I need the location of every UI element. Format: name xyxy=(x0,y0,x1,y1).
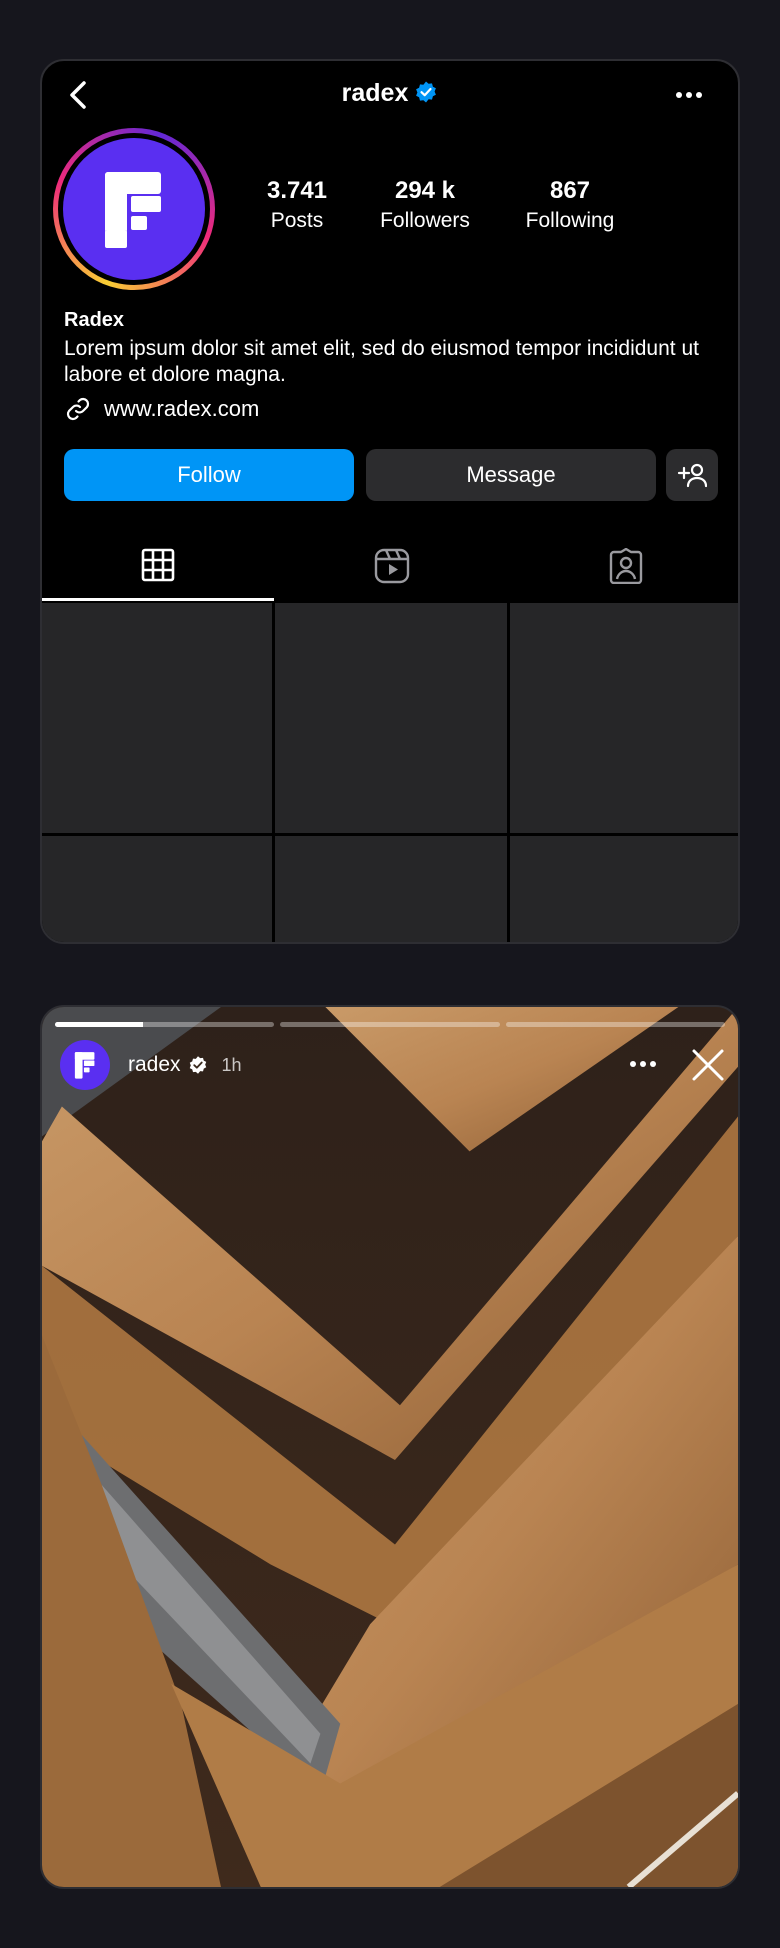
link-icon xyxy=(66,397,90,421)
message-button[interactable]: Message xyxy=(366,449,656,501)
website-url: www.radex.com xyxy=(104,396,260,421)
stat-followers-label: Followers xyxy=(380,209,470,232)
stat-following-label: Following xyxy=(525,209,615,232)
stat-posts[interactable]: 3.741 Posts xyxy=(227,177,367,233)
bio-text: Lorem ipsum dolor sit amet elit, sed do … xyxy=(64,337,699,386)
more-icon[interactable] xyxy=(628,1057,658,1071)
story-progress xyxy=(55,1022,725,1027)
stat-followers[interactable]: 294 k Followers xyxy=(355,177,495,233)
verified-badge-icon xyxy=(416,81,437,103)
verified-badge-icon xyxy=(189,1056,206,1074)
follow-button[interactable]: Follow xyxy=(64,449,354,501)
grid-post[interactable] xyxy=(510,836,738,942)
story-avatar[interactable] xyxy=(60,1040,110,1090)
stat-following-value: 867 xyxy=(549,177,591,204)
add-user-icon xyxy=(677,463,707,488)
stat-followers-value: 294 k xyxy=(394,177,456,204)
profile-username: radex xyxy=(341,79,409,107)
grid-post[interactable] xyxy=(42,836,272,942)
profile-title: radex xyxy=(42,79,738,108)
add-friend-button[interactable] xyxy=(666,449,718,501)
story-progress-segment xyxy=(280,1022,500,1027)
story-progress-fill xyxy=(55,1022,143,1027)
follow-button-label: Follow xyxy=(177,462,241,487)
tagged-icon xyxy=(609,548,643,584)
radex-logo-icon xyxy=(74,1052,95,1079)
more-options-icon[interactable] xyxy=(674,85,704,105)
story-viewer[interactable]: radex 1h xyxy=(40,1005,740,1889)
tab-reels[interactable] xyxy=(276,531,508,601)
grid-post[interactable] xyxy=(42,603,272,833)
profile-card: radex 3.741 Posts 294 k Followers 867 Fo… xyxy=(40,59,740,944)
story-progress-segment xyxy=(55,1022,275,1027)
display-name: Radex xyxy=(64,309,125,331)
story-header: radex 1h xyxy=(60,1039,242,1091)
stat-posts-value: 3.741 xyxy=(266,177,328,204)
reels-icon xyxy=(374,548,410,584)
profile-header: radex xyxy=(42,61,738,131)
close-icon[interactable] xyxy=(690,1047,726,1083)
story-progress-segment xyxy=(505,1022,725,1027)
message-button-label: Message xyxy=(466,462,556,487)
profile-tabs xyxy=(42,531,738,601)
tab-posts-grid[interactable] xyxy=(42,531,274,601)
grid-post[interactable] xyxy=(510,603,738,833)
tab-tagged[interactable] xyxy=(510,531,738,601)
radex-logo-icon xyxy=(105,172,161,248)
grid-post[interactable] xyxy=(275,603,507,833)
grid-post[interactable] xyxy=(275,836,507,942)
stat-posts-label: Posts xyxy=(270,209,324,232)
website-link[interactable]: www.radex.com xyxy=(64,394,259,424)
profile-avatar[interactable] xyxy=(53,128,215,290)
stat-following[interactable]: 867 Following xyxy=(500,177,640,233)
profile-bio: Radex Lorem ipsum dolor sit amet elit, s… xyxy=(64,309,704,388)
story-time: 1h xyxy=(221,1054,242,1075)
story-username[interactable]: radex xyxy=(128,1053,181,1077)
grid-icon xyxy=(141,548,175,581)
story-image xyxy=(42,1007,738,1887)
